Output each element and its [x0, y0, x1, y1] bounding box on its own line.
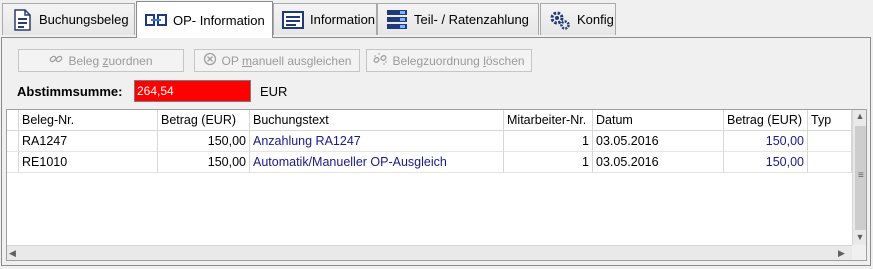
- cell-betrag: 150,00: [158, 152, 250, 173]
- column-header[interactable]: Datum: [593, 110, 724, 131]
- cell-typ: [808, 152, 852, 173]
- delete-label-part: Belegzuordnung: [392, 53, 484, 68]
- row-selector[interactable]: [7, 131, 19, 152]
- broken-link-icon: [373, 52, 388, 69]
- column-header[interactable]: Beleg-Nr.: [19, 110, 158, 131]
- cell-betrag-op: 150,00: [724, 152, 808, 173]
- cell-buchungstext: Anzahlung RA1247: [250, 131, 504, 152]
- tab-bar: Buchungsbeleg OP- Information Informatio…: [0, 0, 873, 38]
- row-selector[interactable]: [7, 152, 19, 173]
- assign-label-part: uordnen: [108, 53, 153, 68]
- scroll-up-icon[interactable]: ▲: [853, 111, 866, 121]
- tab-konfig[interactable]: Konfig: [540, 3, 616, 35]
- tab-label: Information: [310, 12, 376, 27]
- column-header[interactable]: Betrag (EUR): [158, 110, 250, 131]
- reconciliation-sum-label: Abstimmsumme:: [17, 84, 123, 99]
- op-information-panel: Beleg zuordnen OP manuell ausgleichen Be…: [1, 37, 871, 266]
- tab-information[interactable]: Information: [273, 3, 377, 35]
- link-icon: [145, 9, 167, 31]
- tab-buchungsbeleg[interactable]: Buchungsbeleg: [2, 3, 135, 35]
- vertical-scroll-thumb[interactable]: ≡: [855, 126, 866, 230]
- op-table[interactable]: Beleg-Nr. Betrag (EUR) Buchungstext Mita…: [6, 109, 867, 261]
- cell-betrag: 150,00: [158, 131, 250, 152]
- column-header[interactable]: Buchungstext: [250, 110, 504, 131]
- gears-icon: [549, 9, 571, 31]
- vertical-scrollbar[interactable]: ▲ ≡ ▼: [852, 110, 866, 246]
- chain-link-icon: [49, 52, 63, 69]
- horizontal-scrollbar[interactable]: ◀ ▶: [7, 245, 852, 260]
- manual-label-accel: m: [242, 53, 253, 68]
- column-header[interactable]: Betrag (EUR): [724, 110, 808, 131]
- cell-betrag-op: 150,00: [724, 131, 808, 152]
- cell-datum: 03.05.2016: [593, 152, 724, 173]
- cell-typ: [808, 131, 852, 152]
- tab-label: OP- Information: [173, 12, 265, 28]
- manual-label-part: OP: [221, 53, 243, 68]
- tab-teil-ratenzahlung[interactable]: Teil- / Ratenzahlung: [377, 3, 539, 35]
- delete-label-part: öschen: [485, 53, 525, 68]
- document-icon: [11, 8, 33, 31]
- reconciliation-sum-field[interactable]: 264,54: [134, 80, 251, 102]
- cell-datum: 03.05.2016: [593, 131, 724, 152]
- tab-label: Konfig: [577, 12, 614, 27]
- column-header[interactable]: Mitarbeiter-Nr.: [504, 110, 593, 131]
- tab-label: Teil- / Ratenzahlung: [414, 12, 529, 27]
- cell-buchungstext: Automatik/Manueller OP-Ausgleich: [250, 152, 504, 173]
- tab-op-information[interactable]: OP- Information: [136, 1, 273, 38]
- cell-mitarbeiter-nr: 1: [504, 152, 593, 173]
- cell-beleg-nr: RE1010: [19, 152, 158, 173]
- scroll-left-icon[interactable]: ◀: [9, 248, 16, 259]
- scroll-down-icon[interactable]: ▼: [853, 232, 866, 242]
- scrollbar-corner: [852, 245, 866, 260]
- manual-clearing-button[interactable]: OP manuell ausgleichen: [194, 49, 360, 72]
- currency-label: EUR: [260, 84, 288, 99]
- tab-label: Buchungsbeleg: [39, 12, 129, 27]
- scroll-right-icon[interactable]: ▶: [838, 248, 845, 259]
- info-list-icon: [282, 9, 304, 31]
- manual-label-part: anuell ausgleichen: [252, 53, 352, 68]
- server-icon: [386, 9, 408, 31]
- assign-document-button[interactable]: Beleg zuordnen: [18, 49, 184, 72]
- cancel-circle-icon: [203, 52, 217, 69]
- cell-mitarbeiter-nr: 1: [504, 131, 593, 152]
- grip-icon: ≡: [858, 170, 864, 181]
- assign-label-part: Beleg: [68, 53, 103, 68]
- column-header[interactable]: Typ: [808, 110, 852, 131]
- delete-assignment-button[interactable]: Belegzuordnung löschen: [366, 49, 532, 72]
- cell-beleg-nr: RA1247: [19, 131, 158, 152]
- row-header-corner: [7, 110, 19, 131]
